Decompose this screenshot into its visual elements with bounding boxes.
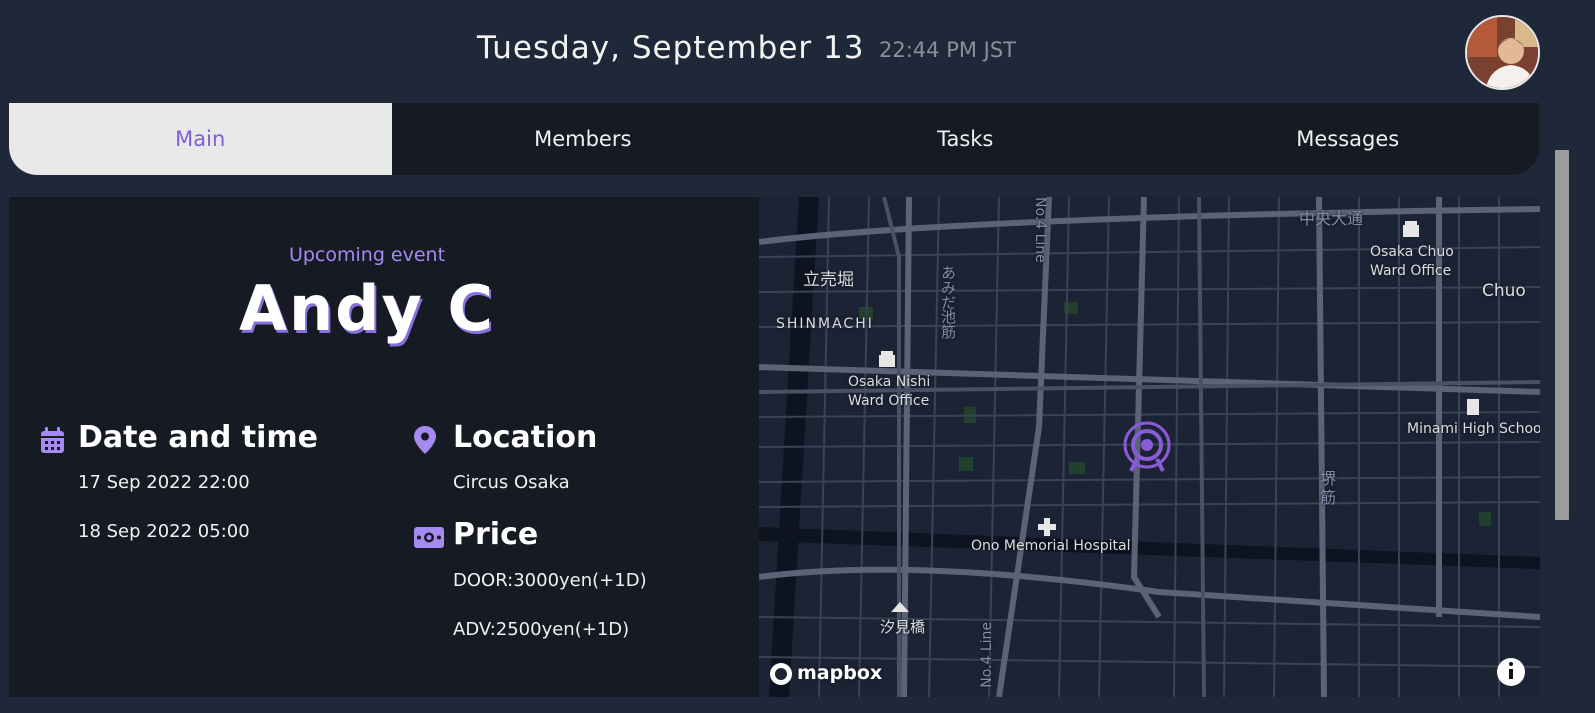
door-price: DOOR:3000yen(+1D) <box>453 570 647 591</box>
label-hospital: Ono Memorial Hospital <box>971 538 1131 554</box>
tab-main[interactable]: Main <box>9 103 392 175</box>
event-start: 17 Sep 2022 22:00 <box>78 472 250 493</box>
event-end: 18 Sep 2022 05:00 <box>78 521 250 542</box>
map-info-button[interactable] <box>1497 658 1525 686</box>
label-chuo-dori: 中央大通 <box>1299 209 1364 228</box>
label-nishi-ward-office-1: Osaka Nishi <box>848 374 931 390</box>
date-time-heading: Date and time <box>78 420 319 455</box>
label-amida-2: 池筋 <box>939 309 957 339</box>
current-date: Tuesday, September 13 <box>477 30 865 66</box>
current-time: 22:44 PM JST <box>879 38 1017 62</box>
event-artist: Andy C <box>238 272 495 345</box>
event-kicker: Upcoming event <box>288 244 446 266</box>
scrollbar-thumb[interactable] <box>1555 150 1569 520</box>
label-line-bottom: No.4 Line <box>979 622 995 688</box>
label-tachiuribori: 立売堀 <box>803 270 854 290</box>
tab-members[interactable]: Members <box>392 103 775 175</box>
label-chuo-ward-office-2: Ward Office <box>1370 263 1452 279</box>
advance-price: ADV:2500yen(+1D) <box>453 619 630 640</box>
label-sakaisuji-1: 堺 <box>1320 469 1337 488</box>
price-heading: Price <box>453 517 539 552</box>
map-pin-icon <box>414 426 436 454</box>
label-minami-high: Minami High Schoo <box>1407 421 1540 437</box>
label-amida-1: あみだ <box>939 265 957 310</box>
location-heading: Location <box>453 420 598 455</box>
mapbox-attribution[interactable]: mapbox <box>797 662 882 685</box>
tab-bar: Main Members Tasks Messages <box>9 103 1539 175</box>
event-map[interactable]: 中央大通 Osaka Chuo Ward Office 立売堀 SHINMACH… <box>759 197 1540 697</box>
tab-tasks[interactable]: Tasks <box>774 103 1157 175</box>
label-sakaisuji-2: 筋 <box>1320 488 1337 507</box>
event-panel: Upcoming event Andy C Date and time 17 S… <box>9 197 759 697</box>
event-venue: Circus Osaka <box>453 472 570 493</box>
label-shiomibashi: 汐見橋 <box>880 618 926 636</box>
tab-messages[interactable]: Messages <box>1157 103 1540 175</box>
avatar[interactable] <box>1465 15 1540 90</box>
label-chuo: Chuo <box>1482 281 1526 301</box>
label-shinmachi: SHINMACHI <box>776 316 874 332</box>
calendar-icon <box>41 427 64 453</box>
label-line-top: No.4 Line <box>1031 197 1048 263</box>
top-bar: Tuesday, September 13 22:44 PM JST <box>0 0 1580 102</box>
label-nishi-ward-office-2: Ward Office <box>848 393 930 409</box>
money-icon <box>414 527 444 548</box>
label-chuo-ward-office-1: Osaka Chuo <box>1370 244 1454 260</box>
